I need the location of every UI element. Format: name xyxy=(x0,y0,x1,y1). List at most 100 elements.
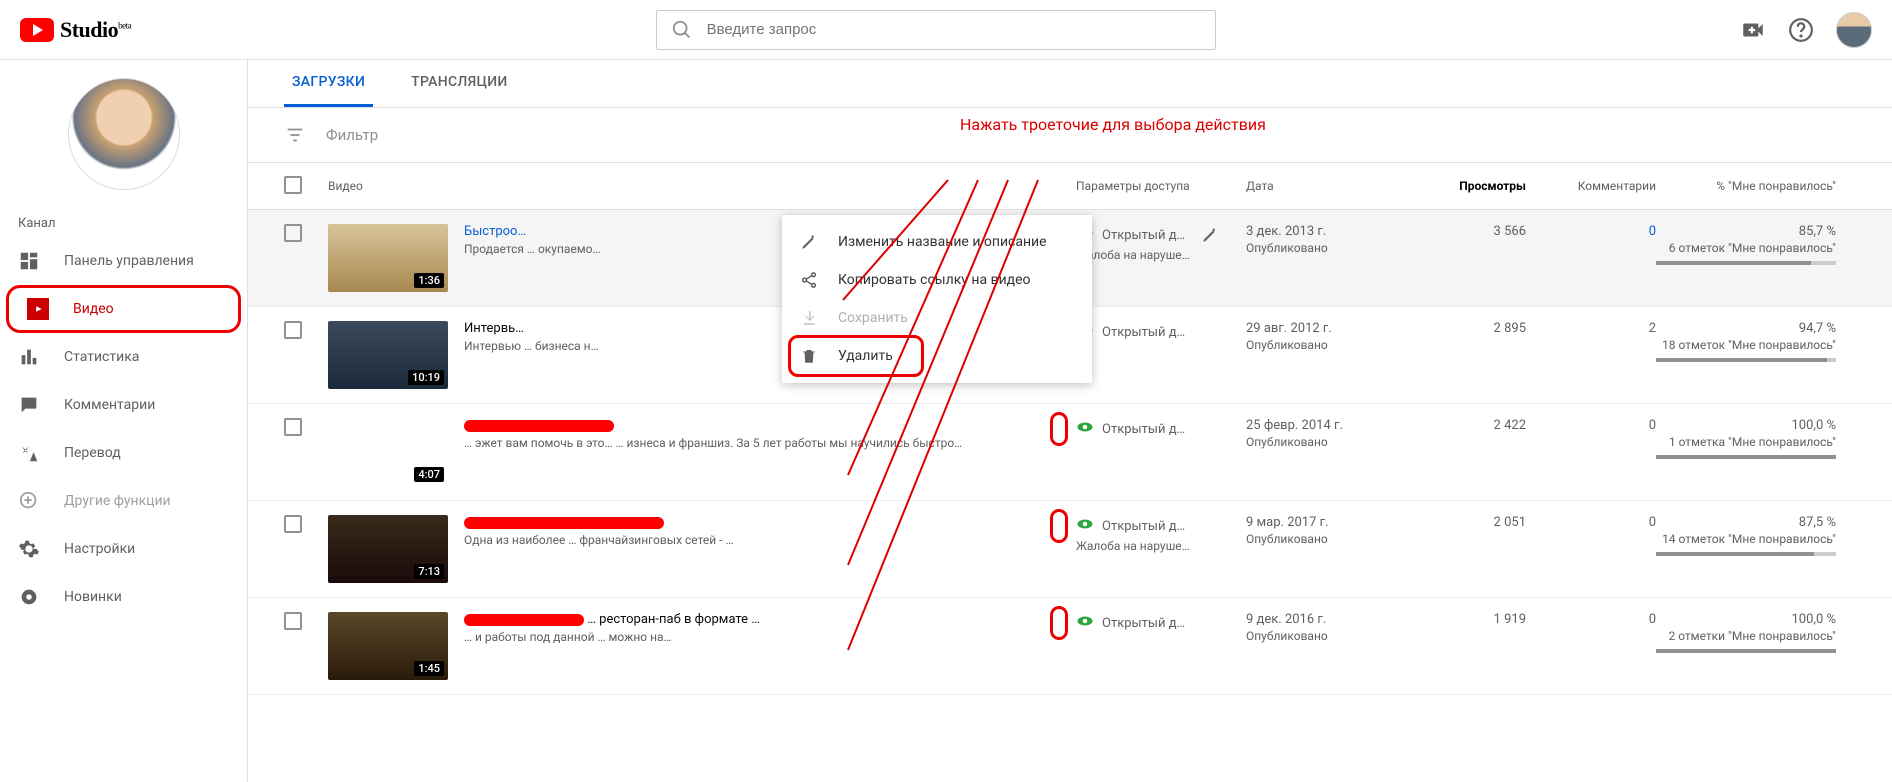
search-icon xyxy=(671,19,693,41)
access-text: Открытый д… xyxy=(1102,325,1185,340)
views-value: 2 422 xyxy=(1396,418,1526,433)
col-likes[interactable]: % "Мне понравилось" xyxy=(1656,179,1856,193)
access-text: Открытый д… xyxy=(1102,228,1185,243)
tab-uploads[interactable]: ЗАГРУЗКИ xyxy=(284,60,373,107)
likes-percent: 94,7 % xyxy=(1656,321,1836,336)
row-checkbox[interactable] xyxy=(284,224,302,242)
menu-edit[interactable]: Изменить название и описание xyxy=(782,223,1092,261)
sidebar-item-label: Комментарии xyxy=(64,397,155,413)
sidebar-item-label: Видео xyxy=(73,301,114,317)
access-text: Открытый д… xyxy=(1102,616,1185,631)
likes-bar xyxy=(1656,552,1836,556)
col-comments[interactable]: Комментарии xyxy=(1526,179,1656,193)
logo[interactable]: Studiobeta xyxy=(20,17,131,43)
date-text: 9 дек. 2016 г. xyxy=(1246,612,1396,627)
new-icon xyxy=(18,586,40,608)
create-video-icon[interactable] xyxy=(1740,17,1766,43)
menu-copy-link[interactable]: Копировать ссылку на видео xyxy=(782,261,1092,299)
avatar[interactable] xyxy=(1836,12,1872,48)
comments-icon xyxy=(18,394,40,416)
date-status: Опубликовано xyxy=(1246,532,1396,546)
duration-badge: 7:13 xyxy=(414,564,444,579)
video-title[interactable]: … ресторан-паб в формате … xyxy=(464,612,1076,627)
row-checkbox[interactable] xyxy=(284,515,302,533)
filter-icon[interactable] xyxy=(284,124,306,146)
channel-avatar[interactable] xyxy=(68,78,180,190)
col-views[interactable]: Просмотры xyxy=(1396,179,1526,193)
col-video[interactable]: Видео xyxy=(328,179,1076,193)
video-thumbnail[interactable]: 4:07 xyxy=(328,418,448,486)
download-icon xyxy=(800,309,820,327)
video-thumbnail[interactable]: 10:19 xyxy=(328,321,448,389)
access-subtext: Жалоба на наруше… xyxy=(1076,248,1246,262)
comments-value[interactable]: 0 xyxy=(1526,515,1656,530)
likes-count: 14 отметок "Мне понравилось" xyxy=(1656,532,1836,546)
youtube-play-icon xyxy=(20,18,54,42)
video-title[interactable] xyxy=(464,418,1076,433)
likes-percent: 85,7 % xyxy=(1656,224,1836,239)
dashboard-icon xyxy=(18,250,40,272)
likes-bar xyxy=(1656,261,1836,265)
row-checkbox[interactable] xyxy=(284,418,302,436)
gear-icon xyxy=(18,538,40,560)
visibility-icon xyxy=(1076,612,1094,634)
date-text: 29 авг. 2012 г. xyxy=(1246,321,1396,336)
views-value: 2 895 xyxy=(1396,321,1526,336)
row-checkbox[interactable] xyxy=(284,612,302,630)
sidebar-item-dashboard[interactable]: Панель управления xyxy=(0,237,247,285)
comments-value[interactable]: 2 xyxy=(1526,321,1656,336)
analytics-icon xyxy=(18,346,40,368)
video-description: … и работы под данной … можно на… xyxy=(464,629,1076,646)
sidebar-item-analytics[interactable]: Статистика xyxy=(0,333,247,381)
duration-badge: 1:45 xyxy=(414,661,444,676)
date-status: Опубликовано xyxy=(1246,629,1396,643)
video-title[interactable] xyxy=(464,515,1076,530)
access-subtext: Жалоба на наруше… xyxy=(1076,539,1246,553)
video-description: Одна из наиболее … франчайзинговых сетей… xyxy=(464,532,1076,549)
likes-bar xyxy=(1656,358,1836,362)
likes-count: 1 отметка "Мне понравилось" xyxy=(1656,435,1836,449)
sidebar-item-comments[interactable]: Комментарии xyxy=(0,381,247,429)
table-row[interactable]: 1:45 … ресторан-паб в формате … … и работ… xyxy=(248,598,1892,695)
views-value: 3 566 xyxy=(1396,224,1526,239)
row-checkbox[interactable] xyxy=(284,321,302,339)
select-all-checkbox[interactable] xyxy=(284,176,302,194)
table-row[interactable]: 7:13 Одна из наиболее … франчайзинговых … xyxy=(248,501,1892,598)
sidebar-item-settings[interactable]: Настройки xyxy=(0,525,247,573)
likes-bar xyxy=(1656,455,1836,459)
likes-bar xyxy=(1656,649,1836,653)
sidebar-item-translate[interactable]: Перевод xyxy=(0,429,247,477)
video-thumbnail[interactable]: 1:36 xyxy=(328,224,448,292)
sidebar-item-other[interactable]: Другие функции xyxy=(0,477,247,525)
video-thumbnail[interactable]: 7:13 xyxy=(328,515,448,583)
tab-live[interactable]: ТРАНСЛЯЦИИ xyxy=(403,60,515,107)
sidebar-item-label: Статистика xyxy=(64,349,139,365)
access-text: Открытый д… xyxy=(1102,422,1185,437)
likes-count: 18 отметок "Мне понравилось" xyxy=(1656,338,1836,352)
col-date[interactable]: Дата xyxy=(1246,179,1396,193)
help-icon[interactable] xyxy=(1788,17,1814,43)
date-status: Опубликовано xyxy=(1246,338,1396,352)
comments-value[interactable]: 0 xyxy=(1526,418,1656,433)
sidebar-item-whatsnew[interactable]: Новинки xyxy=(0,573,247,621)
views-value: 1 919 xyxy=(1396,612,1526,627)
date-status: Опубликовано xyxy=(1246,241,1396,255)
pencil-icon[interactable] xyxy=(1201,226,1219,244)
sidebar-item-label: Другие функции xyxy=(64,493,171,509)
comments-value[interactable]: 0 xyxy=(1526,612,1656,627)
tabs: ЗАГРУЗКИ ТРАНСЛЯЦИИ xyxy=(248,60,1892,108)
table-row[interactable]: 4:07 … эжет вам помочь в это… … изнеса и… xyxy=(248,404,1892,501)
header: Studiobeta xyxy=(0,0,1892,60)
duration-badge: 1:36 xyxy=(414,273,444,288)
menu-delete[interactable]: Удалить xyxy=(782,337,1092,375)
search-box[interactable] xyxy=(656,10,1216,50)
duration-badge: 4:07 xyxy=(414,467,444,482)
video-thumbnail[interactable]: 1:45 xyxy=(328,612,448,680)
search-input[interactable] xyxy=(707,21,1201,38)
comments-value[interactable]: 0 xyxy=(1526,224,1656,239)
sidebar-item-label: Настройки xyxy=(64,541,135,557)
likes-percent: 100,0 % xyxy=(1656,612,1836,627)
col-access[interactable]: Параметры доступа xyxy=(1076,179,1246,193)
sidebar-item-videos[interactable]: Видео xyxy=(6,285,241,333)
filter-label[interactable]: Фильтр xyxy=(326,126,378,144)
